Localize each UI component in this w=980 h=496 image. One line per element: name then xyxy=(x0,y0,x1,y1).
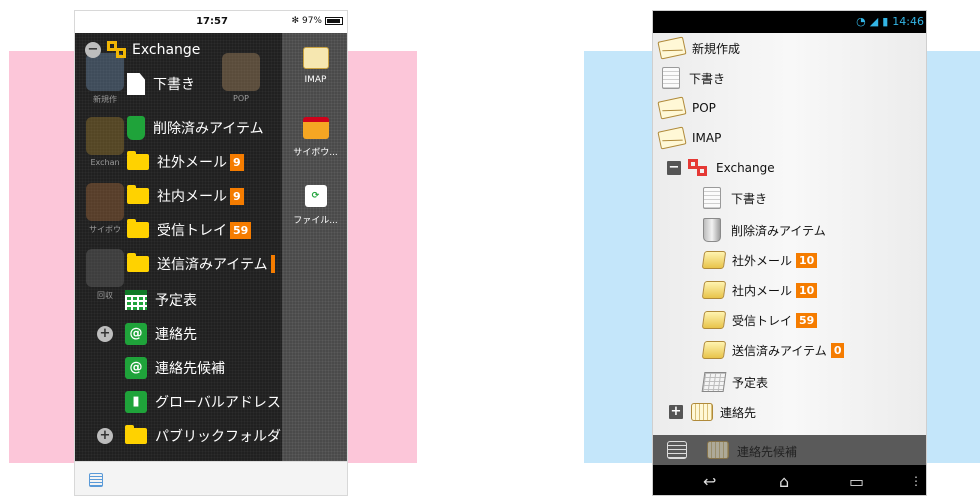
unread-badge: 0 xyxy=(830,342,845,358)
ios-folder-global-address[interactable]: ▮ グローバルアドレス xyxy=(125,385,281,419)
contacts-icon xyxy=(707,441,729,459)
back-icon[interactable]: ↩ xyxy=(703,472,716,491)
exchange-icon xyxy=(687,158,709,178)
ios-exchange-account[interactable]: − Exchange xyxy=(85,33,200,67)
folder-icon xyxy=(127,151,149,170)
ios-status-bar: 17:57 ✻ 97% xyxy=(75,11,347,33)
app-file-sync[interactable]: ⟳ ファイル... xyxy=(282,185,347,226)
expand-icon[interactable]: + xyxy=(669,405,683,419)
folder-icon xyxy=(701,281,727,299)
android-folder-list: 新規作成 下書き POP IMAP − Exchange 下書き 削除済みアイテ… xyxy=(653,33,926,435)
ios-folder-contacts[interactable]: + @ 連絡先 xyxy=(97,317,197,351)
trash-icon xyxy=(127,116,145,140)
android-status-bar: ◔ ◢ ▮ 14:46 xyxy=(653,11,926,33)
android-suggested-contacts-row[interactable]: 連絡先候補 xyxy=(653,435,926,465)
ios-phone-screen: 17:57 ✻ 97% 新規作 POP Exchan サイボウ 回収 IMAP … xyxy=(74,10,348,496)
home-icon[interactable]: ⌂ xyxy=(779,472,789,491)
overflow-menu-icon[interactable]: ⋮ xyxy=(910,474,922,488)
battery-icon xyxy=(325,17,343,25)
android-account-imap[interactable]: IMAP xyxy=(657,123,721,153)
folder-icon xyxy=(125,425,147,444)
android-phone-screen: ◔ ◢ ▮ 14:46 新規作成 下書き POP IMAP − Exchange… xyxy=(652,10,927,496)
expand-icon[interactable]: + xyxy=(97,326,113,342)
exchange-icon xyxy=(105,39,129,61)
battery-icon: ▮ xyxy=(882,15,889,28)
folder-icon xyxy=(701,251,727,269)
android-folder-internal[interactable]: 社内メール 10 xyxy=(701,275,818,305)
draft-icon xyxy=(662,67,680,89)
contacts-icon xyxy=(691,403,713,421)
ios-folder-suggested-contacts[interactable]: @ 連絡先候補 xyxy=(125,351,225,385)
android-account-pop[interactable]: POP xyxy=(657,93,716,123)
folder-icon xyxy=(127,253,149,272)
collapse-icon[interactable]: − xyxy=(85,42,101,58)
ios-folder-calendar[interactable]: 予定表 xyxy=(125,283,197,317)
android-new-message[interactable]: 新規作成 xyxy=(657,33,740,63)
android-clock: 14:46 xyxy=(892,15,924,28)
android-folder-drafts[interactable]: 下書き xyxy=(703,183,767,213)
android-folder-inbox[interactable]: 受信トレイ 59 xyxy=(701,305,818,335)
trash-icon xyxy=(703,218,721,242)
battery-percent: 97% xyxy=(301,16,322,26)
unread-badge: 9 xyxy=(230,153,244,171)
draft-icon xyxy=(127,73,145,95)
signal-icon: ◢ xyxy=(869,15,879,28)
sync-icon: ⟳ xyxy=(304,185,327,207)
app-imap[interactable]: IMAP xyxy=(282,47,347,85)
android-folder-deleted[interactable]: 削除済みアイテム xyxy=(703,215,826,245)
recents-icon[interactable]: ▭ xyxy=(849,472,864,491)
android-folder-sent[interactable]: 送信済みアイテム 0 xyxy=(701,335,845,365)
android-folder-calendar[interactable]: 予定表 xyxy=(701,367,768,397)
calendar-icon xyxy=(701,372,727,392)
folder-icon xyxy=(701,341,727,359)
android-folder-contacts[interactable]: + 連絡先 xyxy=(669,397,756,427)
ios-folder-external[interactable]: 社外メール 9 xyxy=(127,145,244,179)
unread-badge: 59 xyxy=(230,221,252,239)
android-folder-external[interactable]: 社外メール 10 xyxy=(701,245,818,275)
calendar-icon xyxy=(302,117,329,139)
bluetooth-icon: ✻ xyxy=(291,16,299,26)
folder-icon xyxy=(127,219,149,238)
unread-badge: 10 xyxy=(796,252,818,268)
ios-right-app-column: IMAP サイボウ... ⟳ ファイル... xyxy=(282,33,347,461)
menu-list-icon[interactable] xyxy=(89,473,103,487)
unread-badge: 9 xyxy=(230,187,244,205)
collapse-icon[interactable]: − xyxy=(667,161,681,175)
ios-folder-deleted[interactable]: 削除済みアイテム xyxy=(127,111,264,145)
ios-folder-drafts[interactable]: 下書き xyxy=(127,67,195,101)
ios-folder-drawer: − Exchange 下書き 削除済みアイテム 社外メール 9 社内メール 9 … xyxy=(75,33,282,461)
address-book-icon: ▮ xyxy=(125,391,147,413)
wifi-icon: ◔ xyxy=(856,15,866,28)
android-suggested-contacts-label: 連絡先候補 xyxy=(737,445,798,459)
ios-folder-internal[interactable]: 社内メール 9 xyxy=(127,179,244,213)
unread-badge: 59 xyxy=(796,312,818,328)
contacts-icon: @ xyxy=(125,323,147,345)
android-drafts-top[interactable]: 下書き xyxy=(659,63,725,93)
android-account-exchange[interactable]: − Exchange xyxy=(667,153,775,183)
draft-icon xyxy=(703,187,721,209)
envelope-icon xyxy=(657,126,687,150)
ios-folder-inbox[interactable]: 受信トレイ 59 xyxy=(127,213,252,247)
folder-icon xyxy=(127,185,149,204)
calendar-icon xyxy=(125,290,147,310)
app-cybozu[interactable]: サイボウ... xyxy=(282,117,347,158)
ios-folder-public[interactable]: + パブリックフォルダ xyxy=(97,419,281,453)
android-status-icons: ◔ ◢ ▮ 14:46 xyxy=(856,15,924,28)
envelope-icon xyxy=(657,96,687,120)
ios-battery: ✻ 97% xyxy=(291,16,343,26)
contacts-icon: @ xyxy=(125,357,147,379)
unread-badge: 10 xyxy=(796,282,818,298)
ios-folder-sent[interactable]: 送信済みアイテム xyxy=(127,247,275,281)
mail-icon xyxy=(302,47,329,69)
android-nav-bar: ↩ ⌂ ▭ ⋮ xyxy=(653,465,926,495)
expand-icon[interactable]: + xyxy=(97,428,113,444)
compose-icon xyxy=(657,36,687,60)
ios-bottom-toolbar xyxy=(75,461,347,495)
folder-icon xyxy=(701,311,727,329)
unread-badge xyxy=(270,255,275,273)
comparison-stage: 17:57 ✻ 97% 新規作 POP Exchan サイボウ 回収 IMAP … xyxy=(0,0,980,496)
menu-icon[interactable] xyxy=(667,441,687,459)
